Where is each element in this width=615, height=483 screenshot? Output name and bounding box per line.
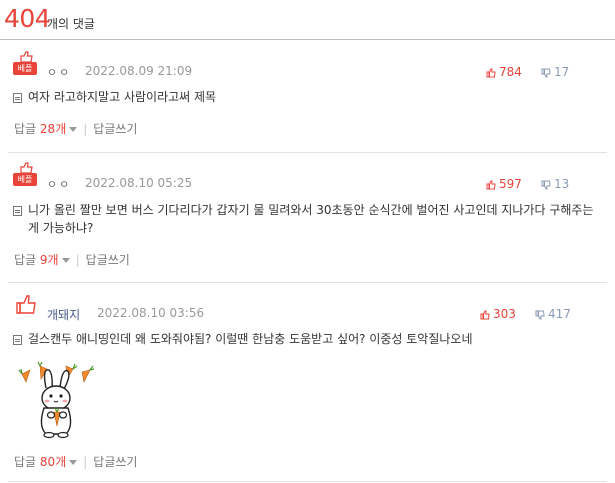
comment-text: 걸스캔두 애니띵인데 왜 도와줘야됨? 이럴땐 한남충 도움받고 싶어? 이중성… (28, 332, 473, 346)
comment-text: 니가 올린 짤만 보면 버스 기다리다가 갑자기 물 밀려와서 30초동안 순식… (28, 203, 594, 235)
comment-text: 여자 라고하지말고 사람이라고써 제목 (28, 90, 217, 104)
caret-down-icon (69, 127, 78, 132)
comment-divider (8, 481, 607, 482)
reply-toggle[interactable]: 답글 28개 (14, 122, 78, 136)
comment-author[interactable]: 개돼지 (47, 306, 80, 323)
reply-count: 28개 (39, 122, 67, 136)
reply-label: 답글 (14, 253, 37, 267)
thumb-down-icon (535, 310, 545, 320)
like-button[interactable]: 597 (486, 177, 522, 191)
best-badge-label: 베플 (13, 62, 37, 75)
reply-row: 답글 9개 | 답글쓰기 (14, 251, 130, 268)
caret-down-icon (61, 258, 70, 263)
comment-date: 2022.08.10 03:56 (97, 306, 205, 320)
dislike-count: 17 (554, 65, 570, 79)
reply-row: 답글 80개 | 답글쓰기 (14, 453, 137, 470)
reply-count: 80개 (39, 455, 67, 469)
thumb-down-icon (541, 180, 551, 190)
separator: | (83, 122, 88, 136)
reply-label: 답글 (14, 122, 37, 136)
like-count: 784 (499, 65, 522, 79)
comment-date: 2022.08.10 05:25 (85, 176, 193, 190)
write-reply-link[interactable]: 답글쓰기 (93, 122, 137, 136)
dislike-button[interactable]: 417 (535, 307, 571, 321)
dislike-count: 417 (548, 307, 571, 321)
reply-count: 9개 (39, 253, 59, 267)
thumb-up-icon (486, 180, 496, 190)
like-button[interactable]: 784 (486, 65, 522, 79)
caret-down-icon (69, 460, 78, 465)
comment-author[interactable]: ㅇㅇ (47, 176, 71, 192)
write-reply-link[interactable]: 답글쓰기 (93, 455, 137, 469)
comment-author[interactable]: ㅇㅇ (47, 64, 71, 80)
memo-icon (13, 93, 22, 103)
separator: | (75, 253, 80, 267)
comment-divider (8, 282, 607, 283)
thumb-up-icon (486, 68, 496, 78)
comments-header: 404 개의 댓글 (4, 4, 615, 36)
thumb-down-icon (541, 68, 551, 78)
reply-toggle[interactable]: 답글 9개 (14, 253, 70, 267)
best-badge: 베플 (13, 162, 37, 188)
rabbit-sticker (18, 361, 95, 439)
reply-toggle[interactable]: 답글 80개 (14, 455, 78, 469)
separator: | (83, 455, 88, 469)
header-divider (0, 39, 615, 40)
memo-icon (13, 335, 22, 345)
dislike-button[interactable]: 13 (541, 177, 569, 191)
comment-count: 404 (4, 4, 51, 33)
reply-label: 답글 (14, 455, 37, 469)
best-badge-label: 베플 (13, 173, 37, 186)
comment-divider (8, 152, 607, 153)
memo-icon (13, 206, 22, 216)
best-badge: 베플 (13, 51, 37, 77)
reply-row: 답글 28개 | 답글쓰기 (14, 120, 137, 137)
write-reply-link[interactable]: 답글쓰기 (86, 253, 130, 267)
dislike-count: 13 (554, 177, 570, 191)
like-count: 597 (499, 177, 522, 191)
like-count: 303 (493, 307, 516, 321)
thumb-up-icon (480, 310, 490, 320)
avatar-thumb-icon (16, 295, 36, 314)
dislike-button[interactable]: 17 (541, 65, 569, 79)
comment-date: 2022.08.09 21:09 (85, 64, 193, 78)
like-button[interactable]: 303 (480, 307, 516, 321)
comment-count-label: 개의 댓글 (47, 17, 95, 31)
